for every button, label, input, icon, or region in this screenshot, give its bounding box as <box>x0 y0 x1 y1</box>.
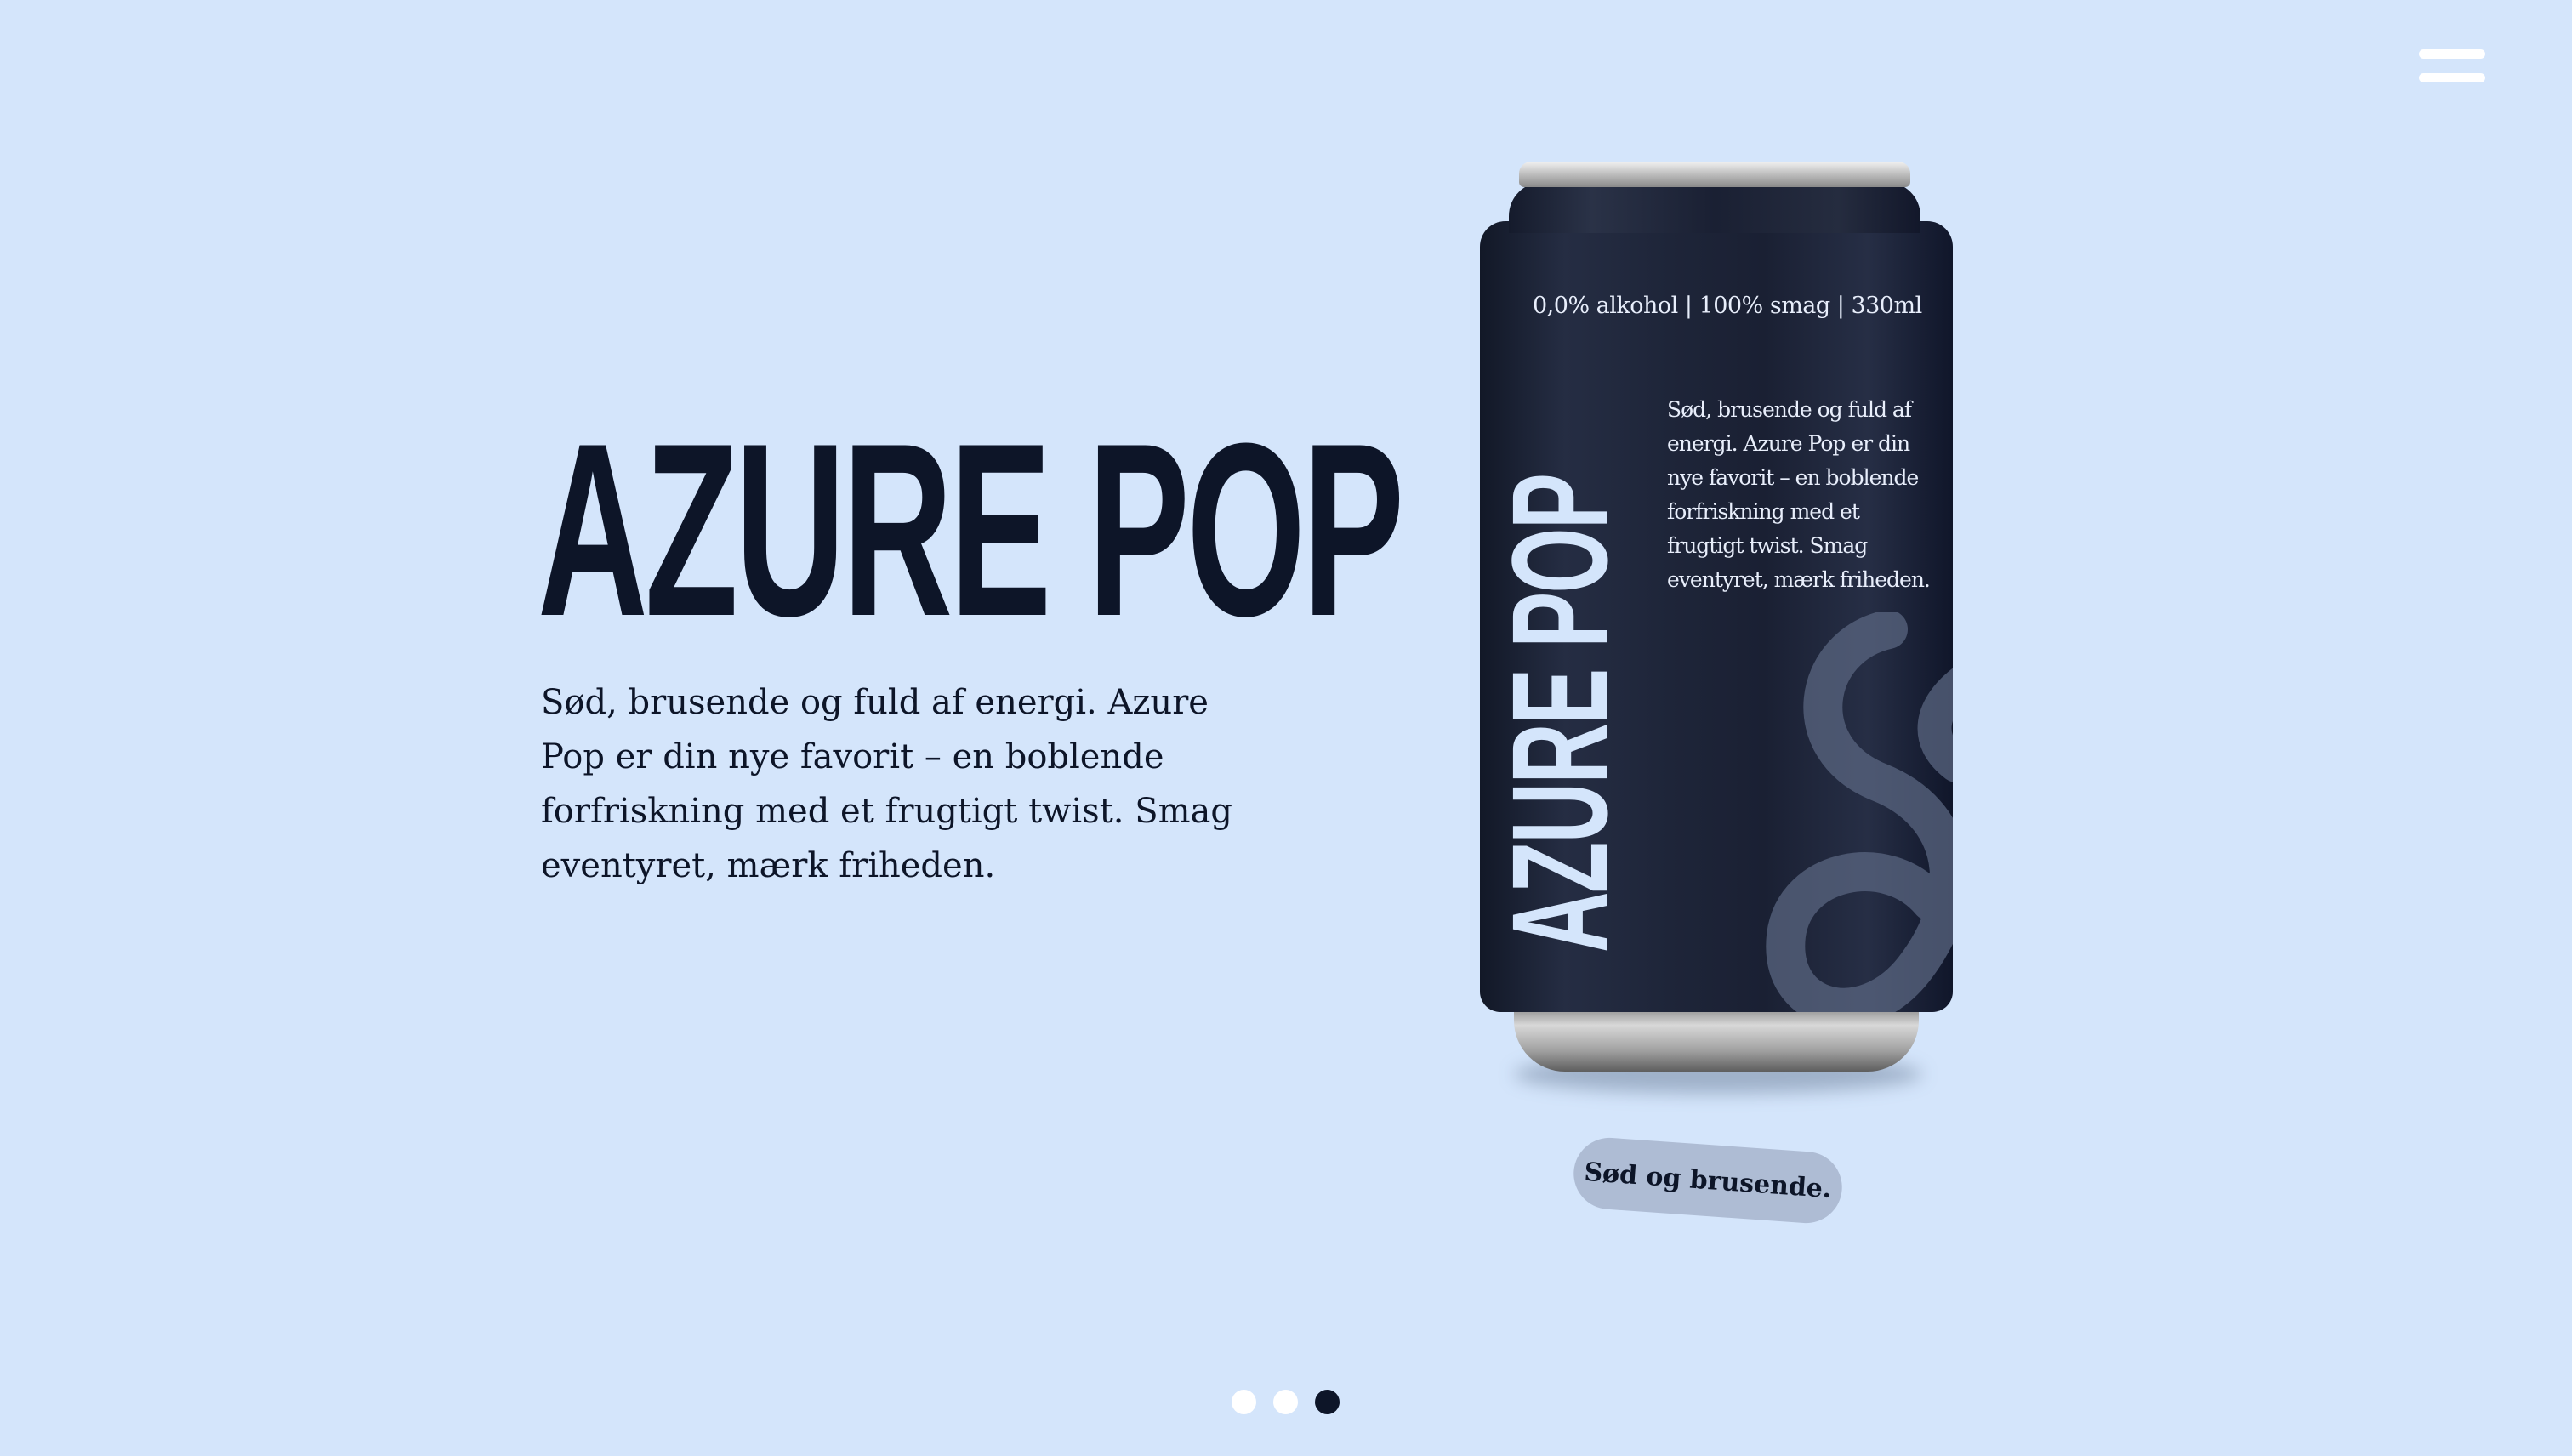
can-neck <box>1509 182 1920 233</box>
tag-pill: Sød og brusende. <box>1571 1135 1845 1226</box>
can-description: Sød, brusende og fuld af energi. Azure P… <box>1667 397 1931 592</box>
menu-line-top <box>2419 49 2485 59</box>
can-lid <box>1519 162 1910 187</box>
hero-title: AZURE POP <box>538 392 1404 668</box>
hero-description: Sød, brusende og fuld af energi. Azure P… <box>541 683 1232 885</box>
can-top-label: 0,0% alkohol | 100% smag | 330ml <box>1533 293 1922 319</box>
can-brand-text: AZURE POP <box>1483 475 1636 953</box>
menu-button[interactable] <box>2414 44 2490 95</box>
product-can: 0,0% alkohol | 100% smag | 330ml AZURE P… <box>1480 162 1953 1097</box>
pagination <box>1232 1390 1340 1414</box>
menu-line-bottom <box>2419 73 2485 82</box>
pagination-dot-3[interactable] <box>1315 1390 1340 1414</box>
swirl-logo-icon <box>1766 612 1953 1012</box>
pagination-dot-1[interactable] <box>1232 1390 1256 1414</box>
pagination-dot-2[interactable] <box>1273 1390 1298 1414</box>
can-body: 0,0% alkohol | 100% smag | 330ml AZURE P… <box>1480 221 1953 1012</box>
